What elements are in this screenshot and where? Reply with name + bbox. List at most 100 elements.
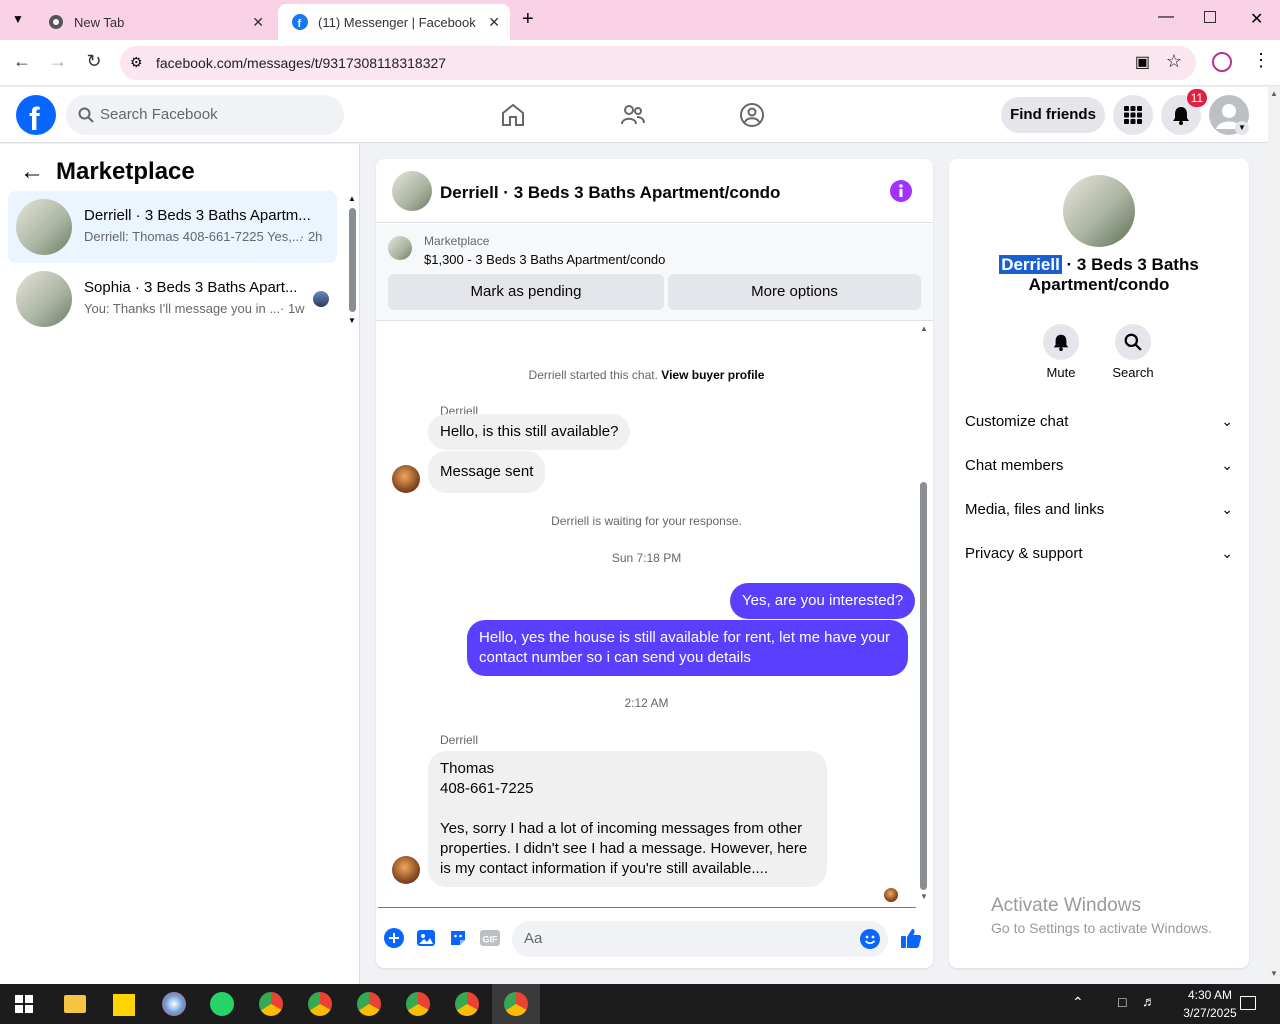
back-arrow-icon[interactable]: ←	[10, 51, 34, 72]
message-bubble[interactable]: Hello, yes the house is still available …	[467, 620, 908, 676]
back-arrow-icon[interactable]: ←	[20, 158, 44, 186]
windows-start-icon[interactable]	[15, 995, 33, 1013]
photo-icon[interactable]	[416, 928, 436, 948]
clock-time[interactable]: 4:30 AM	[1170, 988, 1250, 1002]
scroll-thumb[interactable]	[349, 208, 356, 312]
chat-title[interactable]: Derriell · 3 Beds 3 Baths Apartment/cond…	[440, 183, 780, 203]
forward-arrow-icon[interactable]: →	[46, 51, 70, 72]
account-avatar[interactable]: ▼	[1209, 95, 1249, 135]
tab-new-tab[interactable]: New Tab ✕	[34, 4, 274, 40]
scroll-up-arrow-icon[interactable]: ▲	[920, 324, 928, 333]
message-bubble[interactable]: Message sent	[428, 451, 546, 493]
reload-icon[interactable]: ↻	[82, 51, 106, 72]
mark-as-pending-button[interactable]: Mark as pending	[388, 274, 664, 310]
url-field[interactable]: ⚙ facebook.com/messages/t/93173081183183…	[120, 46, 1196, 80]
plus-circle-icon[interactable]	[384, 928, 404, 948]
privacy-support-section[interactable]: Privacy & support ⌄	[965, 545, 1233, 562]
svg-text:f: f	[29, 101, 40, 135]
mute-button[interactable]	[1043, 324, 1079, 360]
scroll-up-arrow-icon[interactable]: ▲	[348, 194, 356, 203]
whatsapp-icon[interactable]	[210, 992, 234, 1016]
customize-chat-section[interactable]: Customize chat ⌄	[965, 413, 1233, 430]
conversation-item[interactable]: Sophia · 3 Beds 3 Baths Apart... You: Th…	[8, 263, 337, 335]
groups-icon[interactable]	[739, 102, 765, 128]
site-settings-icon[interactable]: ⚙	[130, 54, 143, 71]
new-tab-plus-icon[interactable]: +	[522, 8, 534, 31]
notification-center-icon[interactable]	[1240, 996, 1256, 1010]
facebook-logo-icon[interactable]: f	[16, 95, 56, 135]
info-icon[interactable]	[890, 180, 912, 202]
restore-icon[interactable]	[1204, 11, 1216, 23]
conversation-preview: Derriell: Thomas 408-661-7225 Yes,...	[84, 229, 303, 244]
clock-date[interactable]: 3/27/2025	[1170, 1006, 1250, 1020]
tab-search-chevron-icon[interactable]: ▼	[12, 12, 24, 26]
section-label: Media, files and links	[965, 501, 1105, 518]
chrome-profile-icon[interactable]	[259, 992, 283, 1016]
volume-icon[interactable]: ♬	[1142, 993, 1156, 1009]
minimize-icon[interactable]: —	[1158, 8, 1174, 26]
listing-profile-photo[interactable]	[1063, 175, 1135, 247]
scroll-down-arrow-icon[interactable]: ▼	[1270, 969, 1278, 978]
install-app-icon[interactable]: ▣	[1135, 52, 1150, 72]
page-scrollbar[interactable]: ▲ ▼	[1268, 87, 1280, 984]
bookmark-star-icon[interactable]: ☆	[1166, 51, 1182, 72]
chat-scrollbar[interactable]: ▲ ▼	[919, 324, 929, 904]
message-bubble[interactable]: Hello, is this still available?	[428, 414, 631, 450]
chrome-profile-icon[interactable]	[455, 992, 479, 1016]
view-buyer-profile-link[interactable]: View buyer profile	[661, 368, 764, 382]
chrome-icon	[49, 15, 63, 29]
chrome-profile-icon[interactable]	[406, 992, 430, 1016]
facebook-search-input[interactable]: Search Facebook	[66, 95, 344, 135]
conversation-name: Sophia · 3 Beds 3 Baths Apart...	[84, 279, 298, 296]
composer: GIF Aa	[376, 917, 933, 961]
network-icon[interactable]: □	[1118, 994, 1126, 1010]
file-explorer-icon[interactable]	[64, 995, 86, 1013]
message-bubble[interactable]: Yes, are you interested?	[730, 583, 916, 619]
message-input[interactable]: Aa	[512, 921, 888, 957]
media-files-links-section[interactable]: Media, files and links ⌄	[965, 501, 1233, 518]
scroll-down-arrow-icon[interactable]: ▼	[920, 892, 928, 901]
friends-icon[interactable]	[620, 102, 646, 128]
menu-grid-button[interactable]	[1113, 95, 1153, 135]
scroll-up-arrow-icon[interactable]: ▲	[1270, 89, 1278, 98]
scroll-down-arrow-icon[interactable]: ▼	[348, 316, 356, 325]
close-tab-icon[interactable]: ✕	[488, 14, 500, 31]
chat-members-section[interactable]: Chat members ⌄	[965, 457, 1233, 474]
conversation-item[interactable]: Derriell · 3 Beds 3 Baths Apartm... Derr…	[8, 191, 337, 263]
gif-icon[interactable]: GIF	[479, 928, 501, 948]
sticky-notes-icon[interactable]	[113, 994, 135, 1016]
sender-avatar[interactable]	[392, 465, 420, 493]
chevron-down-icon: ⌄	[1221, 545, 1233, 561]
tray-chevron-up-icon[interactable]: ⌃	[1072, 994, 1084, 1011]
search-conversation-button[interactable]	[1115, 324, 1151, 360]
message-bubble[interactable]: Thomas 408-661-7225 Yes, sorry I had a l…	[428, 751, 827, 887]
tab-messenger[interactable]: f (11) Messenger | Facebook ✕	[278, 4, 510, 40]
close-window-icon[interactable]: ✕	[1250, 9, 1263, 29]
scroll-thumb[interactable]	[920, 482, 927, 890]
bell-icon	[1053, 334, 1069, 351]
tab-label: (11) Messenger | Facebook	[318, 14, 476, 30]
activate-windows-subtitle: Go to Settings to activate Windows.	[991, 920, 1212, 936]
thumbs-up-icon[interactable]	[900, 927, 922, 949]
find-friends-button[interactable]: Find friends	[1001, 97, 1105, 133]
activate-windows-title: Activate Windows	[991, 895, 1141, 916]
sticker-icon[interactable]	[448, 928, 468, 948]
more-options-button[interactable]: More options	[668, 274, 921, 310]
chrome-active-icon[interactable]	[504, 992, 528, 1016]
listing-thumbnail[interactable]	[392, 171, 432, 211]
facebook-header: f Search Facebook Find friends 11 ▼	[0, 87, 1268, 143]
chrome-profile-icon[interactable]	[357, 992, 381, 1016]
emoji-icon[interactable]	[860, 929, 880, 949]
app-icon[interactable]	[162, 992, 186, 1016]
panel-title: Marketplace	[56, 158, 195, 185]
notifications-button[interactable]: 11	[1161, 89, 1207, 135]
menu-dots-icon[interactable]: ⋮	[1252, 50, 1270, 71]
search-icon	[78, 107, 94, 123]
section-label: Privacy & support	[965, 545, 1083, 562]
sender-avatar[interactable]	[392, 856, 420, 884]
close-tab-icon[interactable]: ✕	[252, 14, 264, 31]
chrome-profile-icon[interactable]	[308, 992, 332, 1016]
home-icon[interactable]	[500, 102, 526, 128]
profile-icon[interactable]	[1212, 52, 1232, 72]
scrollbar[interactable]: ▲ ▼	[348, 194, 356, 325]
